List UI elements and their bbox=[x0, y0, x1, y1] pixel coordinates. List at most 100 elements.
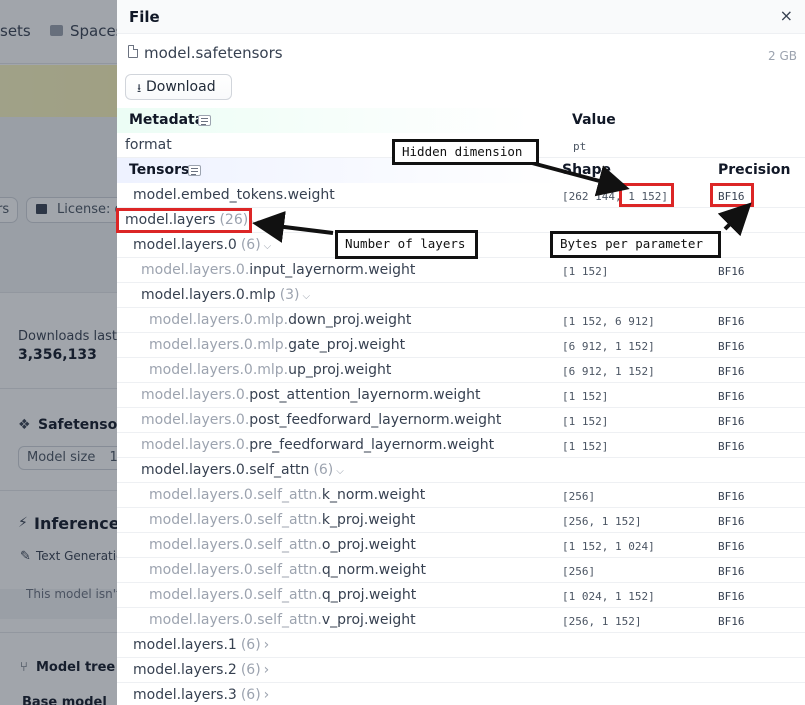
tensor-name: model.layers.0.self_attn.k_norm.weight bbox=[149, 487, 425, 503]
tensor-prefix: model.layers.0.self_attn. bbox=[149, 537, 322, 553]
tensor-group-row[interactable]: model.layers.2 (6) › bbox=[117, 658, 805, 683]
tensor-label: v_proj.weight bbox=[321, 612, 416, 628]
file-modal: File × model.safetensors 2 GB Download ⭳… bbox=[117, 0, 805, 705]
metadata-key: format bbox=[125, 137, 172, 153]
tensor-prefix: model.layers.0.mlp. bbox=[149, 337, 289, 353]
tensor-label: model.layers.0 bbox=[133, 237, 237, 253]
tensor-shape: [1 024, 1 152] bbox=[562, 590, 655, 603]
tensors-header: Tensors bbox=[129, 162, 190, 178]
tensor-label: pre_feedforward_layernorm.weight bbox=[249, 437, 495, 453]
tensor-shape: [1 152, 1 024] bbox=[562, 540, 655, 553]
tensor-count: (6) bbox=[240, 237, 261, 253]
tensor-name: model.layers.0.input_layernorm.weight bbox=[141, 262, 415, 278]
tensor-prefix: model.layers.0.self_attn. bbox=[149, 562, 322, 578]
close-icon[interactable]: × bbox=[780, 6, 793, 25]
tensor-shape: [1 152] bbox=[562, 265, 609, 278]
tensor-count: (6) bbox=[240, 687, 261, 703]
tensor-row: model.layers.0.post_attention_layernorm.… bbox=[117, 383, 805, 408]
tensor-name: model.layers.0.post_attention_layernorm.… bbox=[141, 387, 481, 403]
tensor-label: model.layers.0.self_attn bbox=[141, 462, 310, 478]
shape-header: Shape bbox=[562, 162, 612, 178]
tensor-name: model.embed_tokens.weight bbox=[133, 187, 335, 203]
tensor-row: model.layers.0.self_attn.o_proj.weight [1… bbox=[117, 533, 805, 558]
tensor-group-row[interactable]: model.layers.0.mlp (3) ⌵ bbox=[117, 283, 805, 308]
tensor-row: model.layers.0.self_attn.v_proj.weight [2… bbox=[117, 608, 805, 633]
tensor-count: (6) bbox=[313, 462, 334, 478]
tensor-count: (6) bbox=[240, 637, 261, 653]
tensor-group-row[interactable]: model.layers.3 (6) › bbox=[117, 683, 805, 705]
tensor-precision: BF16 bbox=[718, 490, 745, 503]
tensor-row: model.layers.0.mlp.gate_proj.weight [6 91… bbox=[117, 333, 805, 358]
tensor-name: model.layers.1 (6) › bbox=[133, 637, 269, 653]
tensor-label: o_proj.weight bbox=[321, 537, 416, 553]
tensor-name: model.layers.0.self_attn.q_norm.weight bbox=[149, 562, 426, 578]
tensor-prefix: model.layers.0.self_attn. bbox=[149, 512, 322, 528]
tensor-precision: BF16 bbox=[718, 615, 745, 628]
chevron-down-icon[interactable]: ⌵ bbox=[303, 291, 311, 302]
tensor-label: down_proj.weight bbox=[288, 312, 412, 328]
tensor-shape: [256] bbox=[562, 490, 596, 503]
tensor-prefix: model.layers.0. bbox=[141, 387, 250, 403]
file-size: 2 GB bbox=[768, 49, 797, 63]
tensor-precision: BF16 bbox=[718, 415, 745, 428]
tensor-shape: [256, 1 152] bbox=[562, 615, 642, 628]
tensor-label: post_attention_layernorm.weight bbox=[249, 387, 481, 403]
tensor-label: k_proj.weight bbox=[321, 512, 416, 528]
tensor-shape: [1 152] bbox=[562, 440, 609, 453]
tensor-prefix: model.layers.0.self_attn. bbox=[149, 587, 322, 603]
tensor-label: k_norm.weight bbox=[321, 487, 426, 503]
tensor-prefix: model.layers.0.mlp. bbox=[149, 362, 289, 378]
precision-header: Precision bbox=[718, 162, 791, 178]
tensor-name: model.layers.0.self_attn.v_proj.weight bbox=[149, 612, 416, 628]
tensor-prefix: model.layers.0.self_attn. bbox=[149, 487, 322, 503]
tensor-row: model.layers.0.mlp.down_proj.weight [1 15… bbox=[117, 308, 805, 333]
tensor-label: model.embed_tokens.weight bbox=[133, 187, 335, 203]
tensor-label: input_layernorm.weight bbox=[249, 262, 416, 278]
tensor-label: up_proj.weight bbox=[288, 362, 392, 378]
tensor-prefix: model.layers.0. bbox=[141, 262, 250, 278]
tensor-precision: BF16 bbox=[718, 265, 745, 278]
chevron-right-icon[interactable]: › bbox=[264, 637, 270, 653]
tensor-row: model.layers.0.pre_feedforward_layernorm… bbox=[117, 433, 805, 458]
value-header: Value bbox=[572, 112, 616, 128]
chevron-right-icon[interactable]: › bbox=[264, 687, 270, 703]
tensor-row: model.layers.0.self_attn.q_norm.weight [2… bbox=[117, 558, 805, 583]
tensor-label: gate_proj.weight bbox=[288, 337, 406, 353]
tensor-name: model.layers.0.self_attn.q_proj.weight bbox=[149, 587, 416, 603]
chevron-right-icon[interactable]: › bbox=[264, 662, 270, 678]
modal-title: File bbox=[129, 8, 160, 26]
download-label: Download bbox=[146, 79, 216, 95]
tensor-shape: [256, 1 152] bbox=[562, 515, 642, 528]
tensor-group-row[interactable]: model.layers.1 (6) › bbox=[117, 633, 805, 658]
tensor-label: q_norm.weight bbox=[321, 562, 426, 578]
tensor-name: model.layers.0.mlp.gate_proj.weight bbox=[149, 337, 405, 353]
tensor-count: (6) bbox=[240, 662, 261, 678]
tensor-row: model.layers.0.input_layernorm.weight [1 … bbox=[117, 258, 805, 283]
tensor-prefix: model.layers.0. bbox=[141, 437, 250, 453]
tensor-group-row[interactable]: model.layers.0.self_attn (6) ⌵ bbox=[117, 458, 805, 483]
tensor-label: model.layers.1 bbox=[133, 637, 237, 653]
tensor-shape: [1 152] bbox=[562, 390, 609, 403]
file-name: model.safetensors bbox=[144, 44, 283, 62]
tensor-name: model.layers.0.mlp.up_proj.weight bbox=[149, 362, 391, 378]
tensor-shape: [256] bbox=[562, 565, 596, 578]
tensor-precision: BF16 bbox=[718, 540, 745, 553]
list-icon[interactable] bbox=[198, 115, 211, 126]
bytes-per-parameter-callout: Bytes per parameter bbox=[550, 231, 721, 258]
tensor-prefix: model.layers.0.self_attn. bbox=[149, 612, 322, 628]
tensor-prefix: model.layers.0. bbox=[141, 412, 250, 428]
tensor-row: model.layers.0.self_attn.k_proj.weight [2… bbox=[117, 508, 805, 533]
tensor-label: model.layers.2 bbox=[133, 662, 237, 678]
chevron-down-icon[interactable]: ⌵ bbox=[264, 241, 272, 252]
tensor-count: (3) bbox=[279, 287, 300, 303]
tensor-precision: BF16 bbox=[718, 340, 745, 353]
tensor-shape: [1 152, 6 912] bbox=[562, 315, 655, 328]
tensor-name: model.layers.0.mlp.down_proj.weight bbox=[149, 312, 411, 328]
metadata-header-row: Metadata Value bbox=[117, 108, 805, 133]
tensor-prefix: model.layers.0.mlp. bbox=[149, 312, 289, 328]
tensor-precision: BF16 bbox=[718, 315, 745, 328]
tensor-precision: BF16 bbox=[718, 590, 745, 603]
chevron-down-icon[interactable]: ⌵ bbox=[336, 466, 344, 477]
chevron-down-icon[interactable]: ⌵ bbox=[251, 216, 259, 227]
list-icon[interactable] bbox=[188, 165, 201, 176]
